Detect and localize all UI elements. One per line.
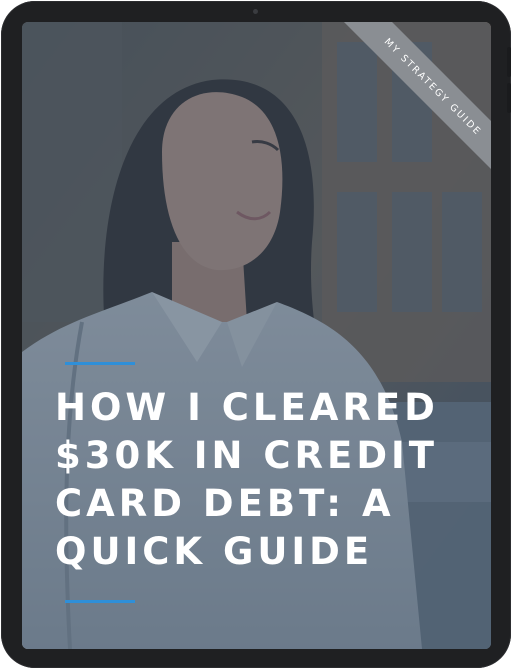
tablet-device-frame: MY STRATEGY GUIDE HOW I CLEARED $30K IN … xyxy=(1,1,511,668)
ribbon-label: MY STRATEGY GUIDE xyxy=(382,36,484,138)
volume-button-bottom xyxy=(507,83,511,113)
bottom-accent-line xyxy=(65,600,135,603)
corner-ribbon: MY STRATEGY GUIDE xyxy=(321,22,491,192)
volume-button-top xyxy=(507,47,511,77)
cover-headline: HOW I CLEARED $30K IN CREDIT CARD DEBT: … xyxy=(55,386,439,573)
ebook-cover-screen: MY STRATEGY GUIDE HOW I CLEARED $30K IN … xyxy=(22,22,491,649)
top-accent-line xyxy=(65,362,135,365)
front-camera-icon xyxy=(253,9,258,14)
